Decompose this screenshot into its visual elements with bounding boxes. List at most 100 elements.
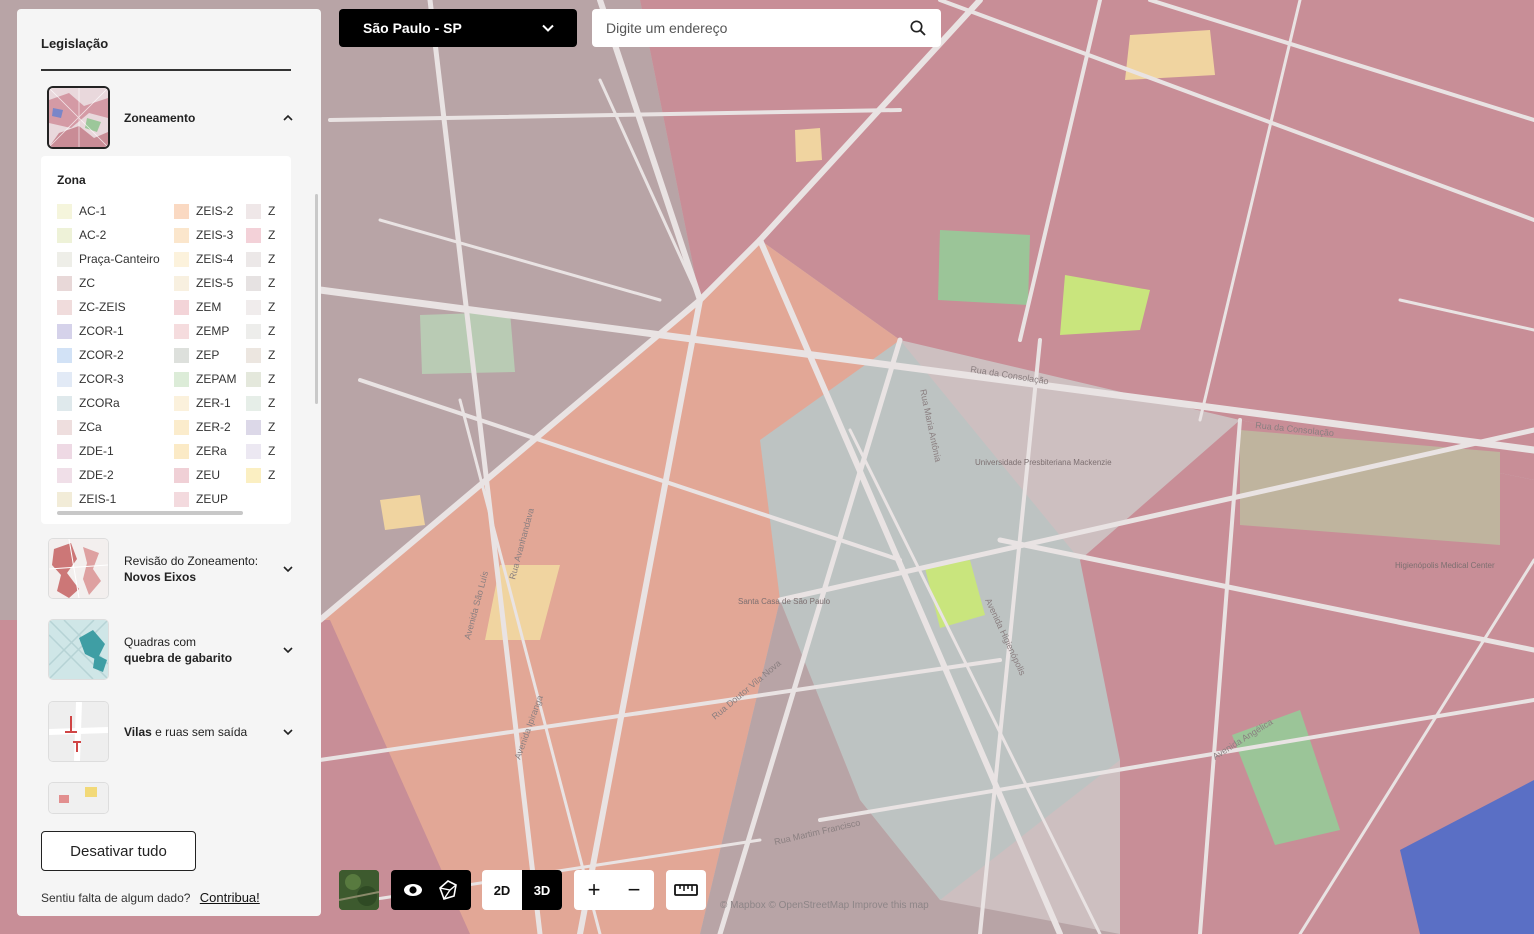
poi-label: Universidade Presbiteriana Mackenzie [975, 458, 1112, 467]
3d-button[interactable]: 3D [522, 870, 562, 910]
layer-quadras-gabarito[interactable]: Quadras com quebra de gabarito [49, 620, 295, 679]
layer-zoneamento[interactable]: Zoneamento [49, 88, 295, 147]
legend-item[interactable]: ZER-2 [174, 415, 236, 439]
legend-item[interactable]: Z [246, 463, 275, 487]
legend-item[interactable]: ZEIS-4 [174, 247, 236, 271]
legend-swatch [174, 227, 189, 243]
legend-swatch [174, 395, 189, 411]
legend-label: Z [268, 252, 276, 266]
dimension-toggle[interactable]: 2D 3D [482, 870, 562, 910]
legend-label: Z [268, 468, 276, 482]
legend-label: ZEU [196, 468, 220, 482]
legend-item[interactable]: ZEIS-1 [57, 487, 160, 511]
feedback-text: Sentiu falta de algum dado? [41, 891, 191, 905]
legend-item[interactable]: ZEIS-2 [174, 199, 236, 223]
legend-item[interactable]: AC-1 [57, 199, 160, 223]
deactivate-all-button[interactable]: Desativar tudo [41, 831, 196, 871]
legend-swatch [246, 395, 261, 411]
address-search[interactable] [592, 9, 941, 47]
vilas-thumbnail[interactable] [49, 702, 108, 761]
zone-zepam-park[interactable] [938, 230, 1030, 305]
next-layer-thumbnail[interactable] [49, 783, 108, 813]
legend-label: ZC [79, 276, 95, 290]
2d-button[interactable]: 2D [482, 870, 522, 910]
legend-item[interactable]: Z [246, 223, 275, 247]
legend-swatch [174, 347, 189, 363]
legend-label: ZDE-1 [79, 444, 114, 458]
legend-item[interactable]: ZDE-1 [57, 439, 160, 463]
legend-item[interactable]: Z [246, 199, 275, 223]
search-input[interactable] [606, 20, 909, 36]
legend-item[interactable]: ZEM [174, 295, 236, 319]
legend-item[interactable]: ZCORa [57, 391, 160, 415]
revisao-thumbnail[interactable] [49, 539, 108, 598]
contribute-link[interactable]: Contribua! [200, 890, 260, 905]
legend-item[interactable]: AC-2 [57, 223, 160, 247]
map-style-toggle[interactable] [391, 870, 471, 910]
search-icon[interactable] [909, 19, 927, 37]
chevron-down-icon[interactable] [281, 562, 295, 576]
legend-swatch [246, 251, 261, 267]
legend-item[interactable]: ZEU [174, 463, 236, 487]
legend-horizontal-scrollbar[interactable] [57, 511, 243, 515]
legend-item[interactable]: ZDE-2 [57, 463, 160, 487]
legend-label: ZCa [79, 420, 102, 434]
layer-next-partial[interactable] [49, 783, 295, 813]
legend-item[interactable]: Z [246, 295, 275, 319]
eye-icon[interactable] [402, 879, 424, 901]
quadras-thumbnail[interactable] [49, 620, 108, 679]
legend-item[interactable]: Z [246, 391, 275, 415]
zoom-out-button[interactable]: − [614, 870, 654, 910]
chevron-down-icon[interactable] [281, 725, 295, 739]
satellite-toggle[interactable] [339, 870, 379, 910]
legend-label: ZEIS-2 [196, 204, 234, 218]
chevron-up-icon[interactable] [281, 111, 295, 125]
legend-item[interactable]: Z [246, 343, 275, 367]
legend-item[interactable]: ZCOR-2 [57, 343, 160, 367]
legend-swatch [57, 299, 72, 315]
legend-item[interactable]: ZCOR-3 [57, 367, 160, 391]
layer-vilas-ruas[interactable]: Vilas e ruas sem saída [49, 702, 295, 761]
city-select[interactable]: São Paulo - SP [339, 9, 577, 47]
legend-item[interactable]: ZEIS-5 [174, 271, 236, 295]
legend-item[interactable]: ZCOR-1 [57, 319, 160, 343]
legend-label: Z [268, 420, 276, 434]
legend-item[interactable]: Z [246, 439, 275, 463]
legend-label: ZEP [196, 348, 220, 362]
layer-revisao-zoneamento[interactable]: Revisão do Zoneamento: Novos Eixos [49, 539, 295, 598]
legend-item[interactable]: ZC [57, 271, 160, 295]
legend-swatch [57, 347, 72, 363]
legend-item[interactable]: Z [246, 415, 275, 439]
map-attribution[interactable]: © Mapbox © OpenStreetMap Improve this ma… [720, 900, 929, 911]
zoom-in-button[interactable]: + [574, 870, 614, 910]
measure-button[interactable] [666, 870, 706, 910]
legend-item[interactable]: ZERa [174, 439, 236, 463]
zoneamento-thumbnail[interactable] [49, 88, 108, 147]
legend-swatch [174, 299, 189, 315]
chevron-down-icon[interactable] [281, 643, 295, 657]
legend-item[interactable]: Z [246, 271, 275, 295]
legend-item[interactable]: ZEPAM [174, 367, 236, 391]
legend-item[interactable]: Praça-Canteiro [57, 247, 160, 271]
zone-zer-3[interactable] [380, 495, 425, 530]
legend-item[interactable]: Z [246, 247, 275, 271]
legend-item[interactable]: ZEUP [174, 487, 236, 511]
panel-scrollbar[interactable] [315, 194, 318, 404]
legend-label: ZDE-2 [79, 468, 114, 482]
legend-item[interactable]: Z [246, 319, 275, 343]
legend-column-1: AC-1 AC-2 Praça-Canteiro ZC ZC-ZEIS ZCOR-1 ZCO… [57, 199, 160, 511]
legend-item[interactable]: ZCa [57, 415, 160, 439]
legend-swatch [57, 323, 72, 339]
legend-item[interactable]: ZEMP [174, 319, 236, 343]
zone-zer-4[interactable] [795, 128, 822, 162]
legend-label: ZEMP [196, 324, 230, 338]
legend-item[interactable]: ZC-ZEIS [57, 295, 160, 319]
legend-swatch [246, 467, 261, 483]
zoning-legend[interactable]: Zona AC-1 AC-2 Praça-Canteiro ZC ZC-ZEIS ZCOR… [41, 156, 291, 524]
legend-item[interactable]: Z [246, 367, 275, 391]
legend-item[interactable]: ZEP [174, 343, 236, 367]
legend-item[interactable]: ZER-1 [174, 391, 236, 415]
zoom-control[interactable]: + − [574, 870, 654, 910]
cube-icon[interactable] [436, 878, 460, 902]
legend-item[interactable]: ZEIS-3 [174, 223, 236, 247]
